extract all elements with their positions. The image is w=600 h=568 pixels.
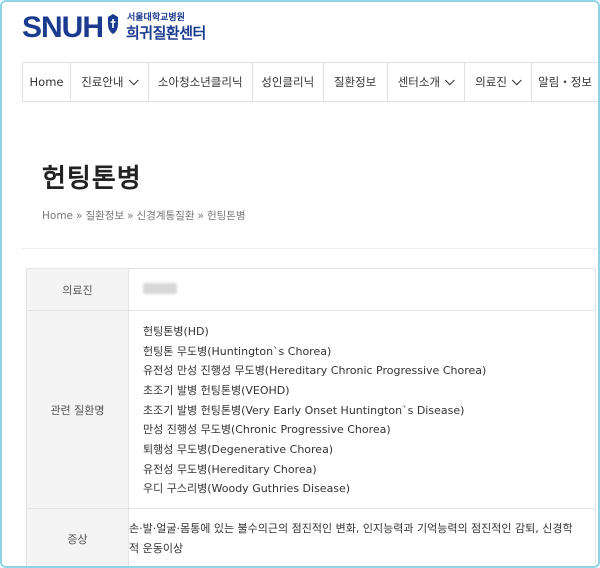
list-item: 유전성 무도병(Hereditary Chorea): [143, 462, 317, 476]
table-row: 증상 손·발·얼굴·몸통에 있는 불수의근의 점진적인 변화, 인지능력과 기억…: [26, 508, 596, 566]
chevron-down-icon: [444, 74, 455, 85]
hospital-name: 서울대학교병원: [127, 13, 185, 23]
related-names-value: 헌팅톤병(HD) 헌팅톤 무도병(Huntington`s Chorea) 유전…: [128, 310, 596, 509]
doctor-label: 의료진: [26, 268, 129, 311]
nav-label: 진료안내: [81, 75, 124, 89]
chevron-down-icon: [511, 74, 522, 85]
nav-medical-staff[interactable]: 의료진: [465, 63, 532, 101]
breadcrumb-separator: »: [197, 210, 204, 222]
list-item: 헌팅톤병(HD): [143, 324, 209, 338]
symptom-value: 손·발·얼굴·몸통에 있는 불수의근의 점진적인 변화, 인지능력과 기억능력의…: [128, 508, 596, 566]
breadcrumb-separator: »: [76, 210, 83, 222]
nav-clinic-guide[interactable]: 진료안내: [71, 63, 149, 101]
doctor-value: [128, 268, 596, 311]
snuh-logo[interactable]: SNUH: [22, 12, 104, 44]
main-nav: Home 진료안내 소아청소년클리닉 성인클리닉 질환정보 센터소개 의료진 알…: [22, 62, 598, 102]
center-name[interactable]: 희귀질환센터: [126, 24, 206, 42]
list-item: 우디 구스리병(Woody Guthries Disease): [143, 482, 351, 496]
page-title-area: 헌팅톤병 Home» 질환정보» 신경계통질환» 헌팅톤병: [22, 102, 598, 248]
breadcrumb: Home» 질환정보» 신경계통질환» 헌팅톤병: [42, 208, 246, 223]
nav-label: 소아청소년클리닉: [157, 75, 243, 89]
list-item: 초조기 발병 헌팅톤병(Very Early Onset Huntington`…: [143, 403, 465, 417]
nav-pediatric-clinic[interactable]: 소아청소년클리닉: [149, 63, 253, 101]
breadcrumb-category[interactable]: 신경계통질환: [137, 210, 195, 222]
nav-center-intro[interactable]: 센터소개: [388, 63, 466, 101]
nav-home[interactable]: Home: [23, 63, 71, 101]
list-item: 퇴행성 무도병(Degenerative Chorea): [143, 443, 334, 457]
related-names-label: 관련 질환명: [26, 310, 129, 509]
chevron-down-icon: [128, 74, 139, 85]
symptom-label: 증상: [26, 508, 129, 566]
redacted-doctor-name[interactable]: [143, 282, 177, 294]
snuh-emblem-icon: [108, 14, 118, 34]
nav-label: 센터소개: [397, 75, 441, 89]
list-item: 만성 진행성 무도병(Chronic Progressive Chorea): [143, 423, 391, 437]
breadcrumb-separator: »: [127, 210, 134, 222]
nav-notice[interactable]: 알림・정보: [532, 63, 598, 101]
related-names-list: 헌팅톤병(HD) 헌팅톤 무도병(Huntington`s Chorea) 유전…: [143, 314, 595, 505]
section-divider: [22, 248, 598, 249]
table-row: 의료진: [26, 268, 596, 311]
breadcrumb-current: 헌팅톤병: [206, 210, 246, 222]
list-item: 유전성 만성 진행성 무도병(Hereditary Chronic Progre…: [143, 364, 487, 378]
nav-label: 질환정보: [333, 75, 377, 89]
table-row: 관련 질환명 헌팅톤병(HD) 헌팅톤 무도병(Huntington`s Cho…: [26, 310, 596, 509]
list-item: 초조기 발병 헌팅톤병(VEOHD): [143, 383, 290, 397]
browser-frame: SNUH 서울대학교병원 희귀질환센터 Home 진료안내 소아청소년클리닉 성…: [0, 0, 600, 568]
breadcrumb-disease-info[interactable]: 질환정보: [85, 210, 124, 222]
nav-label: 알림・정보: [538, 75, 592, 89]
list-item: 헌팅톤 무도병(Huntington`s Chorea): [143, 344, 332, 358]
nav-label: Home: [29, 75, 64, 89]
site-header: SNUH 서울대학교병원 희귀질환센터: [2, 2, 598, 62]
breadcrumb-home[interactable]: Home: [42, 210, 73, 222]
disease-info-table: 의료진 관련 질환명 헌팅톤병(HD) 헌팅톤 무도병(Huntington`s…: [26, 268, 596, 566]
page-title: 헌팅톤병: [42, 164, 142, 194]
nav-label: 의료진: [475, 75, 507, 89]
nav-disease-info[interactable]: 질환정보: [324, 63, 388, 101]
nav-adult-clinic[interactable]: 성인클리닉: [253, 63, 324, 101]
nav-label: 성인클리닉: [261, 75, 315, 89]
